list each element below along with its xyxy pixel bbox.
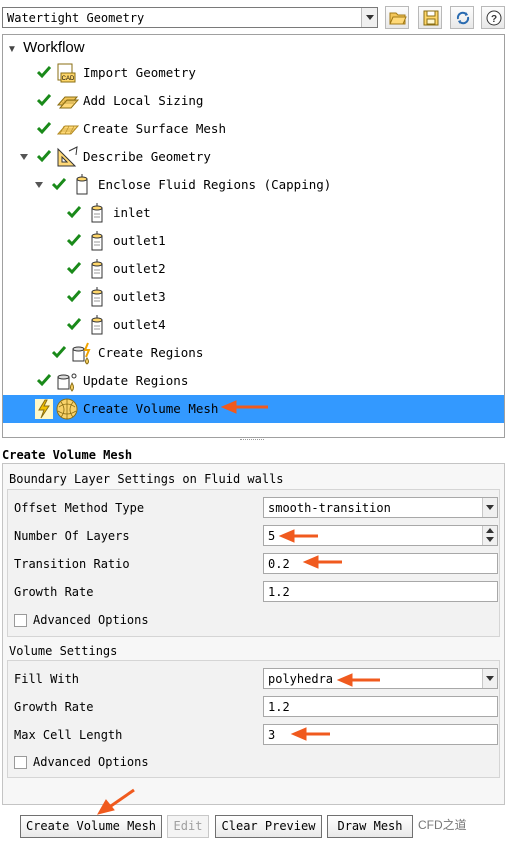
annotation-arrows	[96, 400, 380, 815]
annotation-arrow-create-button	[96, 788, 135, 815]
annotation-arrow-fill-with	[336, 673, 380, 687]
annotation-arrow-max-cell	[290, 727, 330, 741]
annotation-arrow-layers	[278, 529, 318, 543]
annotation-arrow-transition	[302, 555, 342, 569]
annotation-arrow-create-volume-mesh	[220, 400, 268, 414]
